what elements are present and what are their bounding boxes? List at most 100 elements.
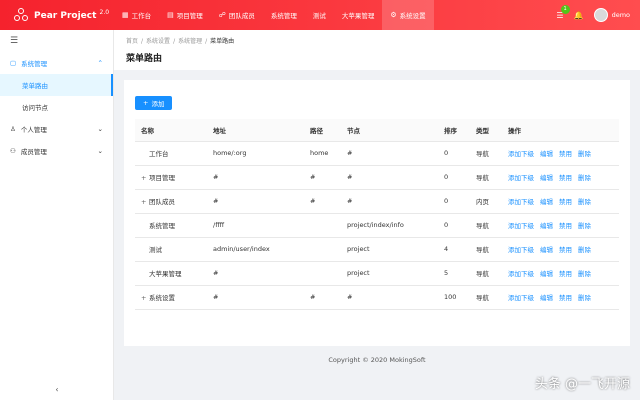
nav-item-label: 系统设置	[399, 12, 426, 20]
action-link-3[interactable]: 删除	[578, 294, 591, 302]
cell-path: #	[304, 165, 341, 190]
column-header: 名称	[135, 119, 207, 142]
breadcrumb-separator: /	[141, 38, 144, 45]
column-header: 排序	[438, 119, 470, 142]
members-icon: ⚇	[10, 147, 16, 155]
action-link-3[interactable]: 删除	[578, 150, 591, 158]
nav-item-5[interactable]: 大苹果管理	[334, 0, 383, 30]
breadcrumb-item[interactable]: 系统管理	[178, 38, 202, 45]
nav-item-label: 工作台	[131, 12, 152, 20]
sidebar-item-0-0[interactable]: 菜单路由	[0, 74, 113, 96]
nav-item-label: 大苹果管理	[341, 12, 375, 20]
cell-node: #	[341, 285, 438, 310]
team-icon: ☍	[218, 11, 226, 19]
bell-icon[interactable]: 🔔	[574, 11, 584, 20]
action-link-0[interactable]: 添加下级	[508, 198, 534, 206]
expand-plus-icon[interactable]: +	[141, 174, 149, 182]
nav-item-2[interactable]: ☍ 团队成员	[211, 0, 263, 30]
column-header: 路径	[304, 119, 341, 142]
add-button[interactable]: + 添加	[135, 96, 173, 110]
action-link-2[interactable]: 禁用	[559, 294, 572, 302]
action-link-0[interactable]: 添加下级	[508, 222, 534, 230]
action-link-1[interactable]: 编辑	[540, 270, 553, 278]
breadcrumb: 首页 / 系统设置 / 系统管理 / 菜单路由	[126, 36, 628, 45]
nav-item-label: 测试	[312, 12, 326, 20]
sidebar-group-1[interactable]: ♙ 个人管理 ⌄	[0, 118, 113, 140]
table-row: + 团队成员 # # #0 内页 添加下级 编辑 禁用 删除	[135, 189, 619, 214]
action-link-3[interactable]: 删除	[578, 222, 591, 230]
expand-plus-icon[interactable]: +	[141, 198, 149, 206]
chevron-down-icon: ⌄	[97, 147, 103, 155]
action-link-3[interactable]: 删除	[578, 174, 591, 182]
breadcrumb-item[interactable]: 系统设置	[146, 38, 170, 45]
row-name: 系统设置	[149, 294, 175, 302]
cell-node: #	[341, 165, 438, 190]
app-logo[interactable]: Pear Project 2.0	[0, 8, 114, 22]
action-link-2[interactable]: 禁用	[559, 222, 572, 230]
action-link-1[interactable]: 编辑	[540, 294, 553, 302]
sidebar-group-0[interactable]: ▢ 系统管理 ⌃	[0, 52, 113, 74]
column-header: 操作	[502, 119, 619, 142]
cell-address: home/:org	[207, 141, 304, 166]
cell-sort: 5	[438, 261, 470, 286]
menu-fold-icon[interactable]: ☰	[0, 30, 113, 52]
project-icon: ▤	[167, 11, 174, 19]
cell-address: #	[207, 189, 304, 214]
task-icon[interactable]: ☰ 1	[556, 4, 570, 20]
row-name: 系统管理	[149, 222, 175, 230]
cell-actions: 添加下级 编辑 禁用 删除	[502, 165, 619, 190]
action-link-2[interactable]: 禁用	[559, 270, 572, 278]
action-link-0[interactable]: 添加下级	[508, 270, 534, 278]
column-header: 类型	[470, 119, 502, 142]
column-header: 节点	[341, 119, 438, 142]
cell-actions: 添加下级 编辑 禁用 删除	[502, 285, 619, 310]
menu-route-table: 名称 地址 路径 节点 排序 类型 操作 工作台 home/:org home #0 导航 添加下级编…	[135, 119, 619, 310]
action-link-1[interactable]: 编辑	[540, 222, 553, 230]
logo-icon	[14, 8, 28, 22]
page-header: 首页 / 系统设置 / 系统管理 / 菜单路由 菜单路由	[114, 30, 640, 70]
nav-item-4[interactable]: 测试	[305, 0, 334, 30]
nav-item-1[interactable]: ▤ 项目管理	[159, 0, 211, 30]
cell-node: #	[341, 189, 438, 214]
table-header-row: 名称 地址 路径 节点 排序 类型 操作	[135, 119, 619, 142]
cell-sort: 100	[438, 285, 470, 310]
action-link-2[interactable]: 禁用	[559, 246, 572, 254]
action-link-2[interactable]: 禁用	[559, 198, 572, 206]
cell-name: 系统管理	[135, 213, 207, 238]
expand-plus-icon[interactable]: +	[141, 294, 149, 302]
breadcrumb-item[interactable]: 首页	[126, 38, 138, 45]
sidebar-group-2[interactable]: ⚇ 成员管理 ⌄	[0, 140, 113, 162]
action-link-0[interactable]: 添加下级	[508, 150, 534, 158]
action-link-1[interactable]: 编辑	[540, 246, 553, 254]
sidebar-group-label-wrap: ♙ 个人管理	[10, 124, 47, 134]
action-link-1[interactable]: 编辑	[540, 174, 553, 182]
sidebar-item-0-1[interactable]: 访问节点	[0, 96, 113, 118]
app-name: Pear Project 2.0	[34, 9, 110, 21]
cell-address: #	[207, 261, 304, 286]
sidebar-group-label: 系统管理	[21, 60, 48, 68]
cell-path: #	[304, 189, 341, 214]
cell-path	[304, 261, 341, 286]
cell-node: project	[341, 237, 438, 262]
cell-node: project/index/info	[341, 213, 438, 238]
nav-item-0[interactable]: ▦ 工作台	[114, 0, 159, 30]
nav-item-3[interactable]: 系统管理	[263, 0, 305, 30]
action-link-2[interactable]: 禁用	[559, 174, 572, 182]
action-link-1[interactable]: 编辑	[540, 198, 553, 206]
action-link-0[interactable]: 添加下级	[508, 246, 534, 254]
action-link-0[interactable]: 添加下级	[508, 294, 534, 302]
add-button-label: 添加	[151, 100, 165, 108]
action-link-3[interactable]: 删除	[578, 246, 591, 254]
nav-item-6[interactable]: ⚙ 系统设置	[382, 0, 434, 30]
user-menu[interactable]: demo	[593, 8, 630, 22]
action-link-2[interactable]: 禁用	[559, 150, 572, 158]
sidebar-group-label: 个人管理	[20, 126, 47, 134]
collapse-sidebar-icon[interactable]: ‹	[0, 385, 114, 394]
cell-type: 导航	[470, 261, 502, 286]
action-link-1[interactable]: 编辑	[540, 150, 553, 158]
main-nav: ▦ 工作台 ▤ 项目管理 ☍ 团队成员 系统管理 测试 大苹果管理 ⚙ 系统设置	[114, 0, 434, 30]
cell-address: #	[207, 165, 304, 190]
action-link-0[interactable]: 添加下级	[508, 174, 534, 182]
action-link-3[interactable]: 删除	[578, 198, 591, 206]
action-link-3[interactable]: 删除	[578, 270, 591, 278]
